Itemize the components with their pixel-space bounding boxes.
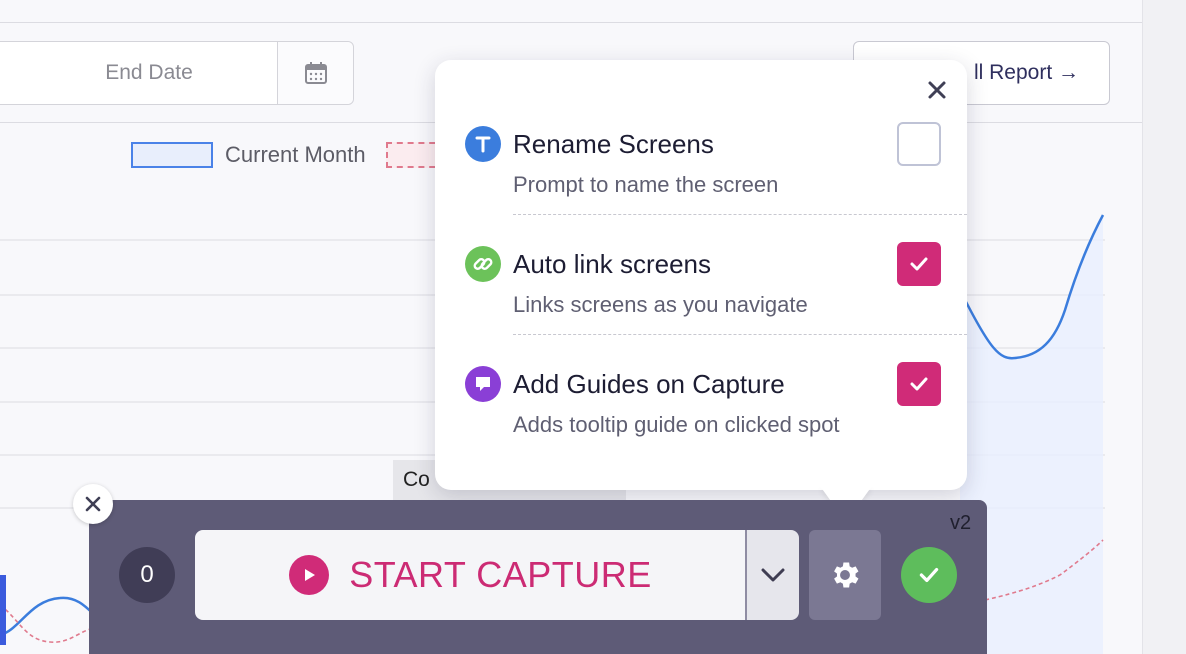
option-add-guides-on-capture: Add Guides on Capture Adds tooltip guide… [465,362,941,438]
gear-icon [834,562,859,588]
header-divider [0,22,1142,23]
chart-tooltip-text: Co [403,468,430,491]
rename-screens-checkbox[interactable] [897,122,941,166]
play-icon [289,555,330,595]
option-title: Add Guides on Capture [513,368,785,399]
chevron-down-icon [761,568,785,582]
capture-options-dropdown[interactable] [745,530,799,620]
calendar-icon [304,62,327,84]
start-capture-button[interactable]: START CAPTURE [195,530,746,620]
full-report-label: ll Report → [973,61,1079,84]
finish-capture-button[interactable] [901,547,957,603]
close-settings-button[interactable] [923,76,951,104]
calendar-button[interactable] [277,42,353,104]
chat-bubble-icon [465,366,501,402]
option-description: Adds tooltip guide on clicked spot [513,412,840,437]
previous-month-line-left [0,604,96,643]
checkmark-icon [910,257,928,271]
close-icon [85,496,101,512]
link-icon [465,246,501,282]
settings-button[interactable] [809,530,881,620]
current-month-line-left [0,596,101,637]
option-rename-screens: Rename Screens Prompt to name the screen [465,122,967,215]
date-range-picker: End Date [0,41,354,105]
auto-link-screens-checkbox[interactable] [897,242,941,286]
end-date-placeholder: End Date [105,61,193,84]
capture-count-badge: 0 [119,547,175,603]
capture-count: 0 [140,561,154,588]
checkmark-icon [919,567,939,583]
close-icon [928,81,946,99]
start-capture-label: START CAPTURE [349,554,652,595]
text-t-icon [465,126,501,162]
version-label: v2 [950,512,972,534]
option-description: Prompt to name the screen [513,172,779,197]
selection-handle [0,575,6,645]
page-scrollbar-area [1142,0,1186,654]
option-divider [513,214,967,215]
checkmark-icon [910,377,928,391]
option-title: Auto link screens [513,248,711,279]
option-auto-link-screens: Auto link screens Links screens as you n… [465,242,967,335]
option-description: Links screens as you navigate [513,292,808,317]
option-divider [513,334,967,335]
capture-settings-popover: Rename Screens Prompt to name the screen… [435,60,967,490]
add-guides-checkbox[interactable] [897,362,941,406]
option-title: Rename Screens [513,128,714,159]
close-toolbar-button[interactable] [73,484,113,524]
end-date-input[interactable]: End Date [0,42,277,104]
